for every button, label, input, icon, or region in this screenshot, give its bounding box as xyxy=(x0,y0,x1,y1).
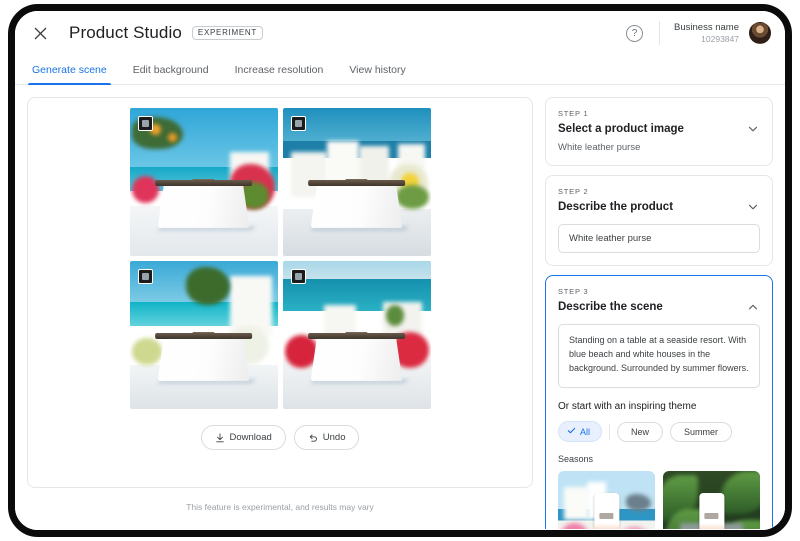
theme-thumbnail-grid xyxy=(558,471,760,529)
results-actions: Download Undo xyxy=(200,425,360,450)
download-button[interactable]: Download xyxy=(200,425,286,450)
step-1-subtitle: White leather purse xyxy=(558,142,641,153)
step-1-header[interactable]: Select a product image xyxy=(558,122,760,136)
experiment-badge: EXPERIMENT xyxy=(191,25,263,41)
chip-divider xyxy=(609,423,611,440)
step-3-label: STEP 3 xyxy=(558,287,589,296)
chip-summer[interactable]: Summer xyxy=(670,421,733,442)
divider xyxy=(659,21,661,45)
chip-new[interactable]: New xyxy=(617,421,664,442)
scene-description-input[interactable]: Standing on a table at a seaside resort.… xyxy=(558,324,760,388)
download-icon xyxy=(215,432,225,443)
theme-thumbnail-1[interactable] xyxy=(558,471,655,529)
step-3-title: Describe the scene xyxy=(558,301,663,313)
results-card: Download Undo xyxy=(27,97,533,488)
product-tube-art xyxy=(698,492,725,529)
help-circle-icon[interactable]: ? xyxy=(626,24,644,42)
generated-image-3[interactable] xyxy=(129,261,278,409)
close-icon[interactable] xyxy=(27,20,53,46)
page-title: Product Studio xyxy=(69,23,182,42)
step-2-header[interactable]: Describe the product xyxy=(558,200,760,214)
generated-image-grid xyxy=(129,108,431,409)
tab-generate-scene[interactable]: Generate scene xyxy=(19,64,120,85)
generated-image-2[interactable] xyxy=(282,108,431,256)
undo-label: Undo xyxy=(322,432,346,443)
theme-filter-chips: All New Summer xyxy=(558,421,760,442)
chevron-down-icon[interactable] xyxy=(746,122,760,136)
step-2-title: Describe the product xyxy=(558,201,674,213)
chevron-up-icon[interactable] xyxy=(746,300,760,314)
step-card-select-product-image[interactable]: STEP 1 Select a product image White leat… xyxy=(545,97,773,166)
step-card-describe-scene[interactable]: STEP 3 Describe the scene Standing on a … xyxy=(545,275,773,529)
purse-art xyxy=(307,178,409,231)
step-1-title: Select a product image xyxy=(558,123,684,135)
tab-edit-background[interactable]: Edit background xyxy=(120,64,222,84)
main-content: Download Undo This feature is experiment… xyxy=(15,85,785,529)
chevron-down-icon[interactable] xyxy=(746,200,760,214)
undo-icon xyxy=(308,433,318,443)
tab-view-history[interactable]: View history xyxy=(336,64,418,84)
top-bar-right: ? Business name 10293847 xyxy=(626,21,771,45)
step-3-header[interactable]: Describe the scene xyxy=(558,300,760,314)
app-viewport: Product Studio EXPERIMENT ? Business nam… xyxy=(15,11,785,530)
image-select-checkbox[interactable] xyxy=(290,116,306,131)
image-select-checkbox[interactable] xyxy=(137,269,153,284)
steps-panel: STEP 1 Select a product image White leat… xyxy=(545,97,773,529)
chip-all-label: All xyxy=(580,426,591,437)
top-app-bar: Product Studio EXPERIMENT ? Business nam… xyxy=(15,11,785,55)
image-select-checkbox[interactable] xyxy=(290,269,306,284)
experimental-disclaimer: This feature is experimental, and result… xyxy=(186,502,374,512)
step-2-label: STEP 2 xyxy=(558,187,589,196)
theme-heading: Or start with an inspiring theme xyxy=(558,401,697,412)
avatar[interactable] xyxy=(749,22,771,44)
product-tube-art xyxy=(593,492,620,529)
generated-image-1[interactable] xyxy=(129,108,278,256)
product-description-input[interactable]: White leather purse xyxy=(558,224,760,253)
account-block[interactable]: Business name 10293847 xyxy=(674,22,739,45)
chip-all[interactable]: All xyxy=(558,421,603,442)
step-card-describe-product[interactable]: STEP 2 Describe the product White leathe… xyxy=(545,175,773,266)
results-column: Download Undo This feature is experiment… xyxy=(27,97,533,529)
download-label: Download xyxy=(229,432,272,443)
tab-increase-resolution[interactable]: Increase resolution xyxy=(222,64,337,84)
business-id: 10293847 xyxy=(701,33,739,44)
purse-art xyxy=(154,178,256,231)
tab-bar: Generate scene Edit background Increase … xyxy=(15,55,785,85)
purse-art xyxy=(154,331,256,384)
device-frame: Product Studio EXPERIMENT ? Business nam… xyxy=(8,4,792,537)
theme-thumbnail-2[interactable] xyxy=(663,471,760,529)
theme-group-label: Seasons xyxy=(558,454,594,464)
purse-art xyxy=(307,331,409,384)
image-select-checkbox[interactable] xyxy=(137,116,153,131)
check-icon xyxy=(567,426,576,437)
step-1-label: STEP 1 xyxy=(558,109,589,118)
generated-image-4[interactable] xyxy=(282,261,431,409)
business-name: Business name xyxy=(674,21,739,33)
undo-button[interactable]: Undo xyxy=(293,425,360,450)
